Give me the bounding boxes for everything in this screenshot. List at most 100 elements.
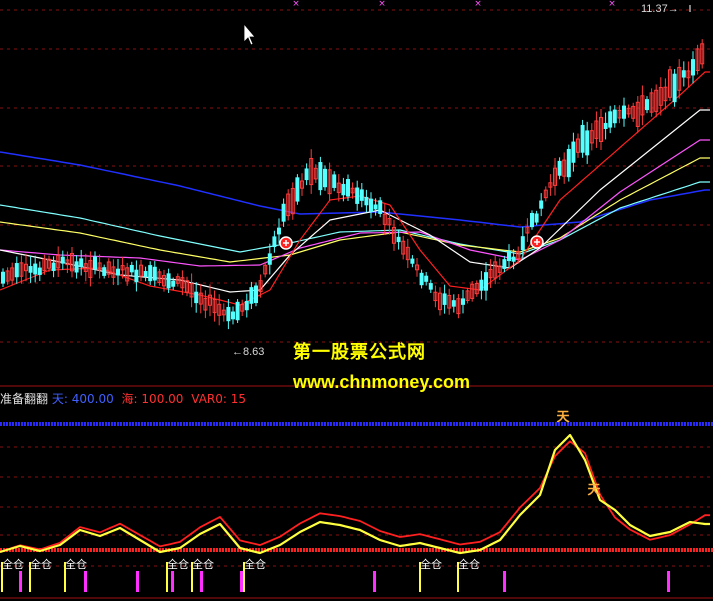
candle-body — [194, 291, 199, 304]
candle-body — [520, 236, 525, 251]
candle-body — [295, 177, 300, 202]
signal-bar-magenta-8 — [667, 571, 670, 592]
candle-body — [134, 269, 139, 283]
candle-body — [1, 271, 5, 284]
candle-body — [557, 160, 562, 176]
candle-body — [419, 272, 424, 286]
candle-body — [507, 250, 511, 262]
chart-canvas[interactable]: × × × ×天天全仓 全仓 全仓 全仓 全仓 全仓 全仓 全仓 — [0, 0, 713, 601]
candle-body — [608, 111, 613, 128]
candle-body — [267, 253, 272, 265]
candle-body — [28, 266, 33, 273]
top-edge-marker-2: × — [474, 0, 482, 9]
candle-body — [226, 306, 231, 322]
full-position-label-6: 全仓 — [420, 557, 442, 571]
candle-body — [332, 174, 337, 188]
hai-label: 海: — [121, 392, 138, 406]
candle-body — [235, 301, 240, 321]
stock-chart-window: × × × × 天天全仓 全仓 全仓 全仓 全仓 全仓 全仓 全仓 11.37→ ←8.63 第一股票… — [0, 0, 713, 601]
signal-bar-magenta-7 — [503, 571, 506, 592]
ma-line-white — [0, 109, 710, 293]
full-position-label-1: 全仓 — [30, 557, 52, 571]
full-position-label-7: 全仓 — [458, 557, 480, 571]
candle-body — [451, 300, 456, 307]
candle-body — [355, 187, 360, 204]
candle-body — [691, 59, 695, 76]
candle-body — [341, 183, 346, 196]
tian-value: 400.00 — [71, 392, 114, 406]
candle-body — [304, 168, 309, 181]
full-position-label-2: 全仓 — [65, 557, 87, 571]
candle-body — [231, 311, 235, 320]
signal-bar-magenta-5 — [240, 571, 243, 592]
candle-body — [681, 70, 686, 78]
candle-body — [60, 256, 65, 264]
candle-body — [585, 130, 590, 156]
candle-body — [479, 279, 484, 291]
watermark-site-name: 第一股票公式网 — [293, 342, 426, 363]
candle-body — [410, 258, 415, 264]
candle-body — [364, 196, 369, 206]
candle-body — [369, 198, 373, 212]
candle-body — [79, 258, 84, 268]
candle-body — [277, 227, 281, 235]
candle-body — [171, 280, 176, 287]
top-edge-marker-3: × — [608, 0, 616, 9]
signal-bar-magenta-3 — [171, 571, 174, 592]
top-edge-marker-0: × — [292, 0, 300, 9]
candle-body — [33, 263, 38, 275]
candle-body — [272, 236, 277, 248]
candle-body — [511, 256, 516, 262]
full-position-label-5: 全仓 — [244, 557, 266, 571]
full-position-label-4: 全仓 — [192, 557, 214, 571]
candle-body — [534, 213, 539, 223]
indicator-name: 准备翻翻 — [0, 392, 49, 406]
candle-body — [502, 259, 507, 269]
candle-body — [359, 189, 364, 201]
tian-peak-marker-2: 天 — [587, 483, 601, 498]
tian-peak-marker-1: 天 — [556, 410, 570, 425]
candle-body — [672, 73, 677, 103]
candle-body — [51, 262, 56, 271]
candle-body — [166, 273, 171, 289]
candle-body — [645, 99, 649, 111]
ma-line-blue — [0, 151, 710, 228]
var-value: 15 — [230, 392, 247, 406]
candle-body — [346, 179, 350, 197]
candle-body — [148, 265, 153, 282]
candle-body — [14, 263, 19, 278]
candle-body — [116, 268, 120, 276]
candle-body — [37, 267, 42, 275]
candle-body — [143, 271, 148, 277]
candle-body — [622, 105, 626, 119]
candle-body — [612, 109, 617, 124]
var-label: VAR0: — [191, 392, 227, 406]
full-position-label-0: 全仓 — [2, 557, 24, 571]
candle-body — [373, 204, 378, 210]
candle-body — [378, 200, 383, 214]
hai-value: 100.00 — [141, 392, 184, 406]
candle-body — [129, 264, 134, 273]
signal-bar-magenta-1 — [84, 571, 87, 592]
signal-bar-magenta-4 — [200, 571, 203, 592]
candle-body — [484, 272, 488, 291]
low-price-label: ←8.63 — [232, 346, 265, 358]
candle-body — [603, 122, 608, 129]
candle-body — [571, 141, 576, 163]
candle-body — [530, 212, 534, 228]
candle-body — [566, 148, 571, 178]
full-position-label-3: 全仓 — [167, 557, 189, 571]
mouse-cursor-icon — [243, 22, 256, 46]
candle-body — [249, 287, 254, 304]
candle-body — [442, 293, 447, 305]
signal-bar-magenta-2 — [136, 571, 139, 592]
signal-bar-magenta-0 — [19, 571, 22, 592]
candle-body — [461, 298, 465, 305]
candle-body — [254, 285, 258, 304]
candle-body — [323, 168, 327, 188]
ma-line-red — [0, 71, 710, 306]
candle-body — [318, 162, 323, 191]
candle-body — [539, 200, 544, 209]
candle-body — [93, 256, 97, 270]
candle-body — [244, 300, 249, 311]
